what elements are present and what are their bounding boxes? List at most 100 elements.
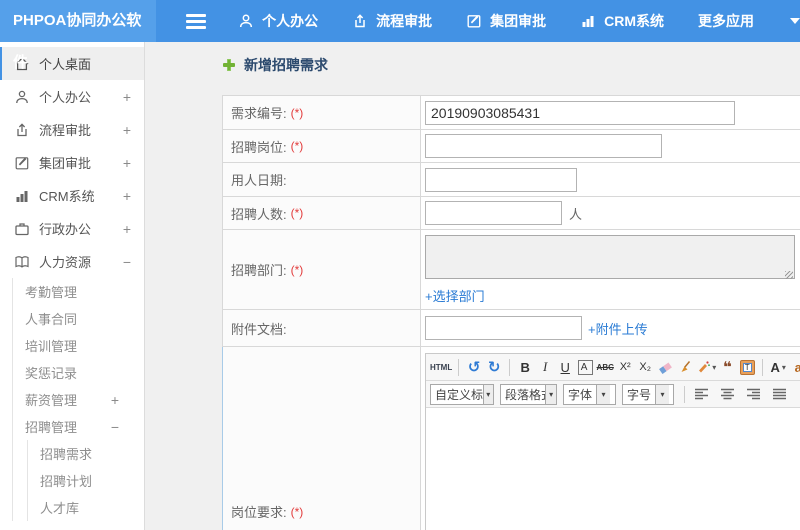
sidebar-item-hr-contract[interactable]: 人事合同 [13, 305, 144, 332]
attachment-input[interactable] [425, 316, 582, 340]
paste-label: T [742, 362, 752, 372]
redo-icon[interactable]: ↻ [485, 357, 503, 377]
nav-personal-office[interactable]: 个人办公 [238, 11, 318, 31]
sidebar: 个人桌面 个人办公 + 流程审批 + 集团审批 + CRM系统 + 行政办公 + [0, 42, 145, 530]
expand-icon[interactable]: + [111, 392, 119, 408]
required-mark: (*) [290, 139, 304, 153]
eraser-icon[interactable] [656, 357, 674, 377]
department-textarea[interactable] [425, 235, 795, 279]
strikethrough-button[interactable]: ABC [596, 357, 614, 377]
paragraph-format-select[interactable]: 段落格式 ▾ [500, 383, 557, 405]
position-input[interactable] [425, 134, 662, 158]
sidebar-item-label: 集团审批 [39, 156, 92, 171]
headcount-input[interactable] [425, 201, 562, 225]
align-justify-icon[interactable] [769, 385, 789, 403]
edit-square-icon [466, 13, 482, 29]
background-color-label: a [794, 359, 800, 375]
highlight-pen-icon[interactable]: ▾ [696, 357, 716, 377]
align-center-icon[interactable] [717, 385, 737, 403]
nav-crm-system[interactable]: CRM系统 [580, 11, 664, 31]
font-size-select[interactable]: 字号 ▾ [622, 383, 674, 405]
caret-down-icon: ▾ [655, 384, 670, 404]
label-text: 用人日期: [231, 173, 287, 188]
sidebar-item-label: 行政办公 [39, 222, 92, 237]
bar-chart-icon [14, 188, 30, 204]
italic-button[interactable]: I [536, 357, 554, 377]
sidebar-item-process-approval[interactable]: 流程审批 + [0, 113, 144, 146]
align-right-icon[interactable] [743, 385, 763, 403]
sidebar-item-label: 奖惩记录 [25, 366, 78, 381]
more-apps-dropdown[interactable] [788, 18, 800, 24]
add-icon [222, 58, 236, 72]
department-textarea-wrap [425, 235, 795, 282]
required-mark: (*) [290, 504, 304, 519]
select-value: 自定义标题 [435, 387, 483, 402]
sidebar-item-recruit-plan[interactable]: 招聘计划 [28, 467, 144, 494]
undo-icon[interactable]: ↺ [465, 357, 483, 377]
font-border-button[interactable]: A [577, 359, 593, 375]
page-title: 新增招聘需求 [222, 55, 328, 75]
form-row-headcount: 招聘人数: (*) 人 [223, 197, 800, 230]
label-text: 招聘部门: [231, 263, 287, 278]
sidebar-item-label: 招聘需求 [40, 447, 93, 462]
sidebar-item-salary[interactable]: 薪资管理 + [13, 386, 144, 413]
sidebar-item-rewards[interactable]: 奖惩记录 [13, 359, 144, 386]
align-left-icon[interactable] [691, 385, 711, 403]
nav-group-approval[interactable]: 集团审批 [466, 11, 546, 31]
underline-button[interactable]: U [556, 357, 574, 377]
expand-icon[interactable]: + [123, 221, 131, 237]
background-color-button[interactable]: a [789, 357, 800, 377]
sidebar-item-attendance[interactable]: 考勤管理 [13, 278, 144, 305]
field-cell: +选择部门 [421, 230, 800, 309]
attachment-upload-link[interactable]: +附件上传 [588, 319, 648, 338]
sidebar-item-personal-office[interactable]: 个人办公 + [0, 80, 144, 113]
expand-icon[interactable]: + [123, 122, 131, 138]
select-department-link[interactable]: +选择部门 [425, 286, 485, 305]
expand-icon[interactable]: + [123, 188, 131, 204]
paste-icon[interactable]: T [738, 357, 756, 377]
sidebar-item-human-resources[interactable]: 人力资源 − [0, 245, 144, 278]
custom-title-select[interactable]: 自定义标题 ▾ [430, 383, 494, 405]
edit-square-icon [14, 155, 30, 171]
bar-chart-icon [580, 13, 596, 29]
source-code-button[interactable]: HTML [430, 357, 452, 377]
field-label: 需求编号: (*) [223, 96, 421, 129]
form-row-job-requirements: 岗位要求: (*) HTML ↺ ↻ B I U A ABC X² X₂ ▾ ❝… [222, 347, 800, 530]
request-code-input[interactable] [425, 100, 735, 125]
rich-text-editor: HTML ↺ ↻ B I U A ABC X² X₂ ▾ ❝ T A ▾ a 自… [425, 353, 800, 530]
menu-toggle-icon[interactable] [186, 13, 207, 29]
sidebar-item-admin-office[interactable]: 行政办公 + [0, 212, 144, 245]
process-icon [14, 122, 30, 138]
font-color-button[interactable]: A ▾ [769, 357, 787, 377]
collapse-icon[interactable]: − [123, 254, 131, 270]
sidebar-item-talent-pool[interactable]: 人才库 [28, 494, 144, 521]
collapse-icon[interactable]: − [111, 419, 119, 435]
subscript-button[interactable]: X₂ [636, 357, 654, 377]
font-family-select[interactable]: 字体 ▾ [563, 383, 616, 405]
expand-icon[interactable]: + [123, 155, 131, 171]
hire-date-input[interactable] [425, 167, 577, 192]
sidebar-item-label: 个人办公 [39, 90, 92, 105]
label-text: 岗位要求: [231, 505, 287, 520]
sidebar-item-group-approval[interactable]: 集团审批 + [0, 146, 144, 179]
sidebar-item-label: 培训管理 [25, 339, 78, 354]
top-bar: PHPOA协同办公软件 个人办公 流程审批 集团审批 CRM系统 更多应用 [0, 0, 800, 71]
nav-process-approval[interactable]: 流程审批 [352, 11, 432, 31]
format-brush-icon[interactable] [676, 357, 694, 377]
blockquote-button[interactable]: ❝ [718, 357, 736, 377]
superscript-button[interactable]: X² [616, 357, 634, 377]
sidebar-item-recruit-request[interactable]: 招聘需求 [28, 440, 144, 467]
caret-down-icon: ▾ [482, 384, 493, 404]
caret-down-icon: ▾ [781, 362, 786, 372]
sidebar-item-recruitment[interactable]: 招聘管理 − [13, 413, 144, 440]
nav-more-apps[interactable]: 更多应用 [698, 11, 754, 31]
nav-label: 集团审批 [490, 13, 547, 29]
briefcase-icon [14, 221, 30, 237]
bold-button[interactable]: B [516, 357, 534, 377]
sidebar-item-crm-system[interactable]: CRM系统 + [0, 179, 144, 212]
select-value: 字号 [627, 387, 652, 402]
editor-content-area[interactable] [426, 408, 800, 530]
sidebar-item-training[interactable]: 培训管理 [13, 332, 144, 359]
expand-icon[interactable]: + [123, 89, 131, 105]
label-text: 需求编号: [231, 106, 287, 121]
